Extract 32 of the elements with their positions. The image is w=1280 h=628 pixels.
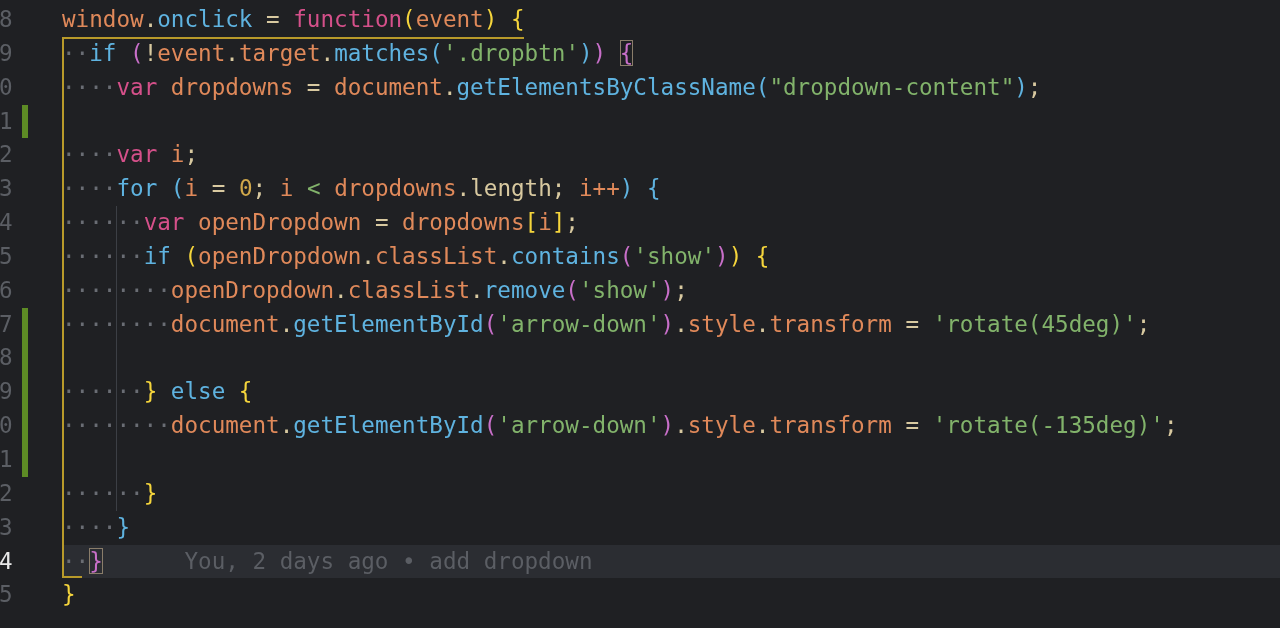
- code-line: ······}: [62, 478, 158, 508]
- code-line: ··if (!event.target.matches('.dropbtn')) {: [62, 38, 634, 68]
- code-line: ····}: [62, 512, 131, 542]
- line-number: 2: [0, 140, 13, 170]
- code-line: ······var openDropdown = dropdowns[i];: [62, 208, 579, 238]
- line-number: 3: [0, 174, 13, 204]
- line-number: 9: [0, 38, 13, 68]
- line-number: 0: [0, 411, 13, 441]
- code-line: ····var dropdowns = document.getElementsByClassName("dropdown-content");: [62, 72, 1042, 102]
- code-line: ········document.getElementById('arrow-down').style.transform = 'rotate(-135deg)';: [62, 411, 1178, 441]
- code-line: }: [62, 580, 76, 610]
- line-number: 4: [0, 208, 13, 238]
- line-number: 7: [0, 309, 13, 339]
- line-number: 6: [0, 275, 13, 305]
- line-number: 0: [0, 72, 13, 102]
- line-number: 1: [0, 444, 13, 474]
- line-number: 5: [0, 241, 13, 271]
- code-line: ······} else {: [62, 377, 253, 407]
- line-number: 3: [0, 512, 13, 542]
- code-line: ····var i;: [62, 140, 199, 170]
- code-line: ········document.getElementById('arrow-down').style.transform = 'rotate(45deg)';: [62, 309, 1151, 339]
- line-number: 9: [0, 377, 13, 407]
- code-line: window.onclick = function(event) {: [62, 5, 525, 34]
- line-number: 8: [0, 5, 13, 34]
- line-number: 8: [0, 343, 13, 373]
- line-number: 5: [0, 580, 13, 610]
- line-number: 2: [0, 478, 13, 508]
- line-number: 1: [0, 106, 13, 136]
- code-line: ········openDropdown.classList.remove('show');: [62, 275, 688, 305]
- line-number: 4: [0, 546, 13, 576]
- code-line: ······if (openDropdown.classList.contains('show')) {: [62, 241, 770, 271]
- code-line: ····for (i = 0; i < dropdowns.length; i++) {: [62, 174, 661, 204]
